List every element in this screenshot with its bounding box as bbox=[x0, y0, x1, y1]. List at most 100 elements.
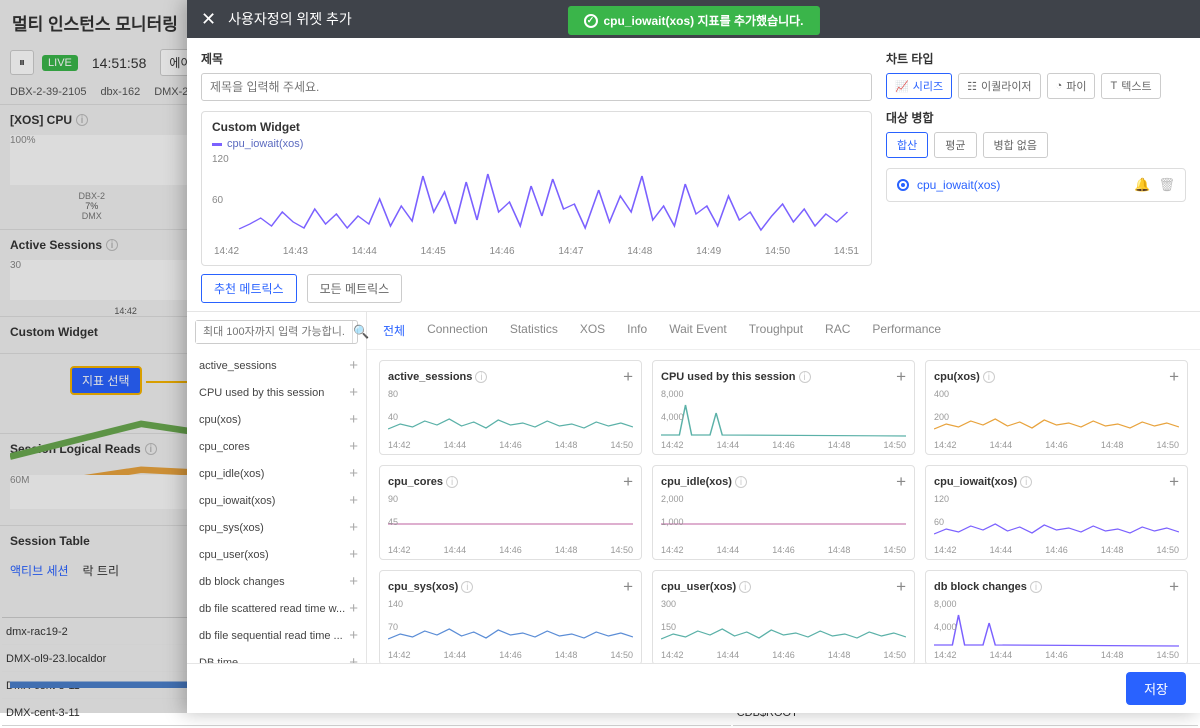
add-metric-icon[interactable]: + bbox=[623, 472, 633, 492]
plus-icon[interactable]: + bbox=[349, 438, 358, 455]
cat-performance[interactable]: Performance bbox=[872, 322, 941, 339]
merge-none[interactable]: 병합 없음 bbox=[983, 132, 1049, 158]
add-metric-icon[interactable]: + bbox=[1169, 577, 1179, 597]
add-metric-icon[interactable]: + bbox=[623, 367, 633, 387]
info-icon[interactable]: i bbox=[799, 371, 811, 383]
metric-list-item[interactable]: cpu_cores+ bbox=[187, 433, 366, 460]
tab[interactable]: DBX-2-39-2105 bbox=[10, 86, 86, 98]
info-icon[interactable]: i bbox=[461, 581, 473, 593]
metric-list-item[interactable]: db block changes+ bbox=[187, 568, 366, 595]
success-toast: ✓ cpu_iowait(xos) 지표를 추가했습니다. bbox=[567, 6, 819, 35]
metric-search: 🔍 bbox=[195, 320, 358, 344]
metric-list-item[interactable]: cpu_sys(xos)+ bbox=[187, 514, 366, 541]
metric-card: db block changes i+8,0004,00014:4214:441… bbox=[925, 570, 1188, 663]
metric-card: cpu_sys(xos) i+1407014:4214:4414:4614:48… bbox=[379, 570, 642, 663]
selected-metric-name: cpu_iowait(xos) bbox=[917, 178, 1000, 192]
live-badge: LIVE bbox=[42, 55, 78, 71]
equalizer-icon: ☷ bbox=[967, 80, 977, 93]
plus-icon[interactable]: + bbox=[349, 600, 358, 617]
metric-list-item[interactable]: DB time+ bbox=[187, 649, 366, 663]
add-metric-icon[interactable]: + bbox=[896, 367, 906, 387]
cat-throughput[interactable]: Troughput bbox=[749, 322, 803, 339]
info-icon[interactable]: i bbox=[739, 581, 751, 593]
plus-icon[interactable]: + bbox=[349, 357, 358, 374]
metric-card: CPU used by this session i+8,0004,00014:… bbox=[652, 360, 915, 455]
metric-list-item[interactable]: db file scattered read time w...+ bbox=[187, 595, 366, 622]
metric-list-item[interactable]: cpu_iowait(xos)+ bbox=[187, 487, 366, 514]
pill-all[interactable]: 모든 메트릭스 bbox=[307, 274, 403, 303]
cat-all[interactable]: 전체 bbox=[383, 322, 405, 339]
card-title: cpu_cores bbox=[388, 476, 443, 488]
card-title: cpu_sys(xos) bbox=[388, 581, 458, 593]
category-tabs: 전체 Connection Statistics XOS Info Wait E… bbox=[367, 312, 1200, 350]
plus-icon[interactable]: + bbox=[349, 519, 358, 536]
info-icon[interactable]: i bbox=[76, 114, 88, 126]
cat-wait[interactable]: Wait Event bbox=[669, 322, 727, 339]
chart-type-pie[interactable]: ◔파이 bbox=[1047, 73, 1096, 99]
title-input[interactable] bbox=[201, 73, 872, 101]
plus-icon[interactable]: + bbox=[349, 465, 358, 482]
merge-sum[interactable]: 합산 bbox=[886, 132, 928, 158]
add-metric-icon[interactable]: + bbox=[1169, 472, 1179, 492]
card-title: db block changes bbox=[934, 581, 1027, 593]
metric-card: cpu_cores i+904514:4214:4414:4614:4814:5… bbox=[379, 465, 642, 560]
card-title: CPU used by this session bbox=[661, 371, 795, 383]
cat-info[interactable]: Info bbox=[627, 322, 647, 339]
cat-statistics[interactable]: Statistics bbox=[510, 322, 558, 339]
plus-icon[interactable]: + bbox=[349, 384, 358, 401]
chart-type-equalizer[interactable]: ☷이퀄라이저 bbox=[958, 73, 1040, 99]
metric-list-item[interactable]: cpu_user(xos)+ bbox=[187, 541, 366, 568]
info-icon[interactable]: i bbox=[983, 371, 995, 383]
cat-rac[interactable]: RAC bbox=[825, 322, 850, 339]
metric-card: cpu(xos) i+40020014:4214:4414:4614:4814:… bbox=[925, 360, 1188, 455]
trash-icon[interactable]: 🗑 bbox=[1158, 177, 1175, 193]
metric-card: cpu_user(xos) i+30015014:4214:4414:4614:… bbox=[652, 570, 915, 663]
info-icon[interactable]: i bbox=[475, 371, 487, 383]
add-metric-icon[interactable]: + bbox=[896, 472, 906, 492]
plus-icon[interactable]: + bbox=[349, 627, 358, 644]
pause-button[interactable]: ⏸ bbox=[10, 50, 34, 75]
add-widget-modal: ✕ 사용자정의 위젯 추가 ✓ cpu_iowait(xos) 지표를 추가했습… bbox=[187, 0, 1200, 713]
line-chart-icon: 📈 bbox=[895, 80, 909, 93]
chart-type-label: 차트 타입 bbox=[886, 50, 1186, 67]
metric-list-item[interactable]: db file sequential read time ...+ bbox=[187, 622, 366, 649]
plus-icon[interactable]: + bbox=[349, 546, 358, 563]
info-icon[interactable]: i bbox=[735, 476, 747, 488]
info-icon[interactable]: i bbox=[1020, 476, 1032, 488]
add-metric-icon[interactable]: + bbox=[623, 577, 633, 597]
metric-list-item[interactable]: cpu(xos)+ bbox=[187, 406, 366, 433]
merge-avg[interactable]: 평균 bbox=[934, 132, 976, 158]
text-icon: T bbox=[1110, 80, 1117, 92]
metric-list-item[interactable]: cpu_idle(xos)+ bbox=[187, 460, 366, 487]
merge-label: 대상 병합 bbox=[886, 109, 1186, 126]
info-icon[interactable]: i bbox=[446, 476, 458, 488]
chart-type-series[interactable]: 📈시리즈 bbox=[886, 73, 952, 99]
plus-icon[interactable]: + bbox=[349, 411, 358, 428]
search-input[interactable] bbox=[196, 321, 352, 343]
close-icon[interactable]: ✕ bbox=[201, 9, 216, 30]
card-title: cpu(xos) bbox=[934, 371, 980, 383]
info-icon[interactable]: i bbox=[106, 239, 118, 251]
add-metric-icon[interactable]: + bbox=[1169, 367, 1179, 387]
card-title: cpu_idle(xos) bbox=[661, 476, 732, 488]
card-title: cpu_iowait(xos) bbox=[934, 476, 1017, 488]
selected-metric-row[interactable]: cpu_iowait(xos) 🔔 🗑 bbox=[886, 168, 1186, 202]
pill-recommended[interactable]: 추천 메트릭스 bbox=[201, 274, 297, 303]
save-button[interactable]: 저장 bbox=[1126, 672, 1186, 705]
metric-list-item[interactable]: CPU used by this session+ bbox=[187, 379, 366, 406]
plus-icon[interactable]: + bbox=[349, 654, 358, 663]
tab[interactable]: dbx-162 bbox=[100, 86, 140, 98]
plus-icon[interactable]: + bbox=[349, 573, 358, 590]
metric-sidebar: 🔍 active_sessions+CPU used by this sessi… bbox=[187, 312, 367, 663]
add-metric-icon[interactable]: + bbox=[896, 577, 906, 597]
bell-icon[interactable]: 🔔 bbox=[1134, 177, 1150, 193]
metric-list-item[interactable]: active_sessions+ bbox=[187, 352, 366, 379]
cat-connection[interactable]: Connection bbox=[427, 322, 488, 339]
card-title: active_sessions bbox=[388, 371, 472, 383]
pie-icon: ◔ bbox=[1056, 80, 1063, 92]
cat-xos[interactable]: XOS bbox=[580, 322, 605, 339]
chart-type-text[interactable]: T텍스트 bbox=[1101, 73, 1160, 99]
card-title: cpu_user(xos) bbox=[661, 581, 736, 593]
info-icon[interactable]: i bbox=[1030, 581, 1042, 593]
plus-icon[interactable]: + bbox=[349, 492, 358, 509]
